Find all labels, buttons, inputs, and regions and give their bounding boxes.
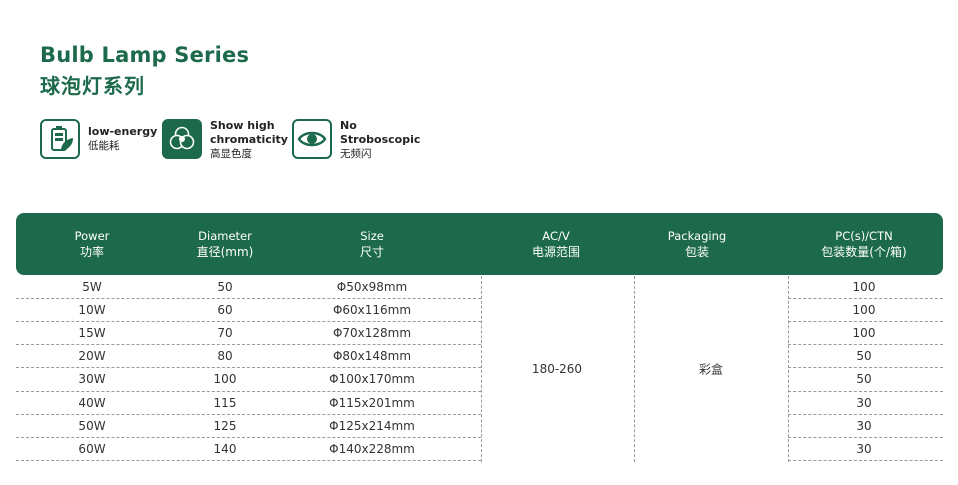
table-row: 5W 50 Φ50x98mm 100 (0, 276, 958, 299)
header-cn: 直径(mm) (196, 245, 254, 259)
cell-power: 20W (78, 349, 106, 364)
cell-pcs: 100 (852, 303, 876, 318)
header-en: Power (74, 229, 110, 243)
cell-diameter: 80 (217, 349, 233, 364)
table-header: Power 功率 Diameter 直径(mm) Size 尺寸 AC/V 电源… (16, 213, 943, 275)
feature-label-en-line1: Show high (210, 119, 275, 132)
feature-label-cn: 高显色度 (210, 148, 252, 160)
cell-diameter: 140 (213, 441, 237, 456)
table-row: 60W 140 Φ140x228mm 30 (0, 438, 958, 461)
cell-size: Φ80x148mm (332, 349, 412, 364)
cell-pcs: 100 (852, 280, 876, 294)
header-cn: 电源范围 (531, 245, 581, 259)
cell-size: Φ70x128mm (332, 326, 412, 341)
cell-power: 5W (82, 280, 102, 294)
feature-label-en: low-energy (88, 125, 158, 138)
cell-size: Φ125x214mm (329, 418, 415, 433)
cell-pcs: 30 (856, 441, 872, 456)
feature-label-en-line1: No (340, 119, 357, 132)
header-en: Diameter (198, 229, 252, 243)
feature-chromaticity: Show high chromaticity 高显色度 (162, 119, 288, 161)
cell-power: 10W (78, 303, 106, 318)
feature-low-energy: low-energy 低能耗 (40, 119, 157, 159)
table-row: 50W 125 Φ125x214mm 30 (0, 415, 958, 438)
header-en: AC/V (542, 229, 570, 243)
eye-icon (292, 119, 332, 159)
cell-diameter: 125 (213, 418, 237, 433)
feature-label-en-line2: Stroboscopic (340, 133, 421, 146)
color-circles-icon (162, 119, 202, 159)
cell-pcs: 50 (856, 372, 872, 387)
feature-label-cn: 低能耗 (88, 140, 120, 152)
cell-diameter: 50 (217, 280, 233, 294)
column-divider (634, 276, 635, 462)
cell-pcs: 30 (856, 418, 872, 433)
column-divider (788, 276, 789, 462)
battery-leaf-icon (40, 119, 80, 159)
header-en: Packaging (667, 229, 727, 243)
header-cn: 包装 (684, 245, 710, 259)
feature-label-cn: 无频闪 (340, 148, 372, 160)
column-divider (481, 276, 482, 462)
cell-size: Φ100x170mm (329, 372, 415, 387)
table-row: 15W 70 Φ70x128mm 100 (0, 322, 958, 345)
cell-size: Φ140x228mm (329, 441, 415, 456)
table-row: 10W 60 Φ60x116mm 100 (0, 299, 958, 322)
row-divider (16, 459, 481, 461)
packaging-value: 彩盒 (698, 362, 724, 377)
header-size: Size 尺寸 (360, 228, 384, 260)
cell-size: Φ50x98mm (336, 280, 408, 294)
table-row: 30W 100 Φ100x170mm 50 (0, 368, 958, 391)
cell-diameter: 60 (217, 303, 233, 318)
header-ac-v: AC/V 电源范围 (532, 228, 580, 260)
page-title: Bulb Lamp Series (40, 43, 250, 67)
cell-pcs: 50 (856, 349, 872, 364)
cell-size: Φ60x116mm (332, 303, 412, 318)
header-en: PC(s)/CTN (835, 229, 893, 243)
cell-pcs: 100 (852, 326, 876, 341)
cell-diameter: 70 (217, 326, 233, 341)
ac-v-value: 180-260 (531, 362, 583, 376)
header-en: Size (360, 229, 384, 243)
header-diameter: Diameter 直径(mm) (197, 228, 254, 260)
header-power: Power 功率 (75, 228, 110, 260)
cell-size: Φ115x201mm (329, 395, 415, 410)
cell-power: 50W (78, 418, 106, 433)
feature-no-stroboscopic: No Stroboscopic 无频闪 (292, 119, 420, 161)
table-row: 40W 115 Φ115x201mm 30 (0, 392, 958, 415)
cell-diameter: 100 (213, 372, 237, 387)
page-title-cn: 球泡灯系列 (40, 74, 145, 98)
cell-diameter: 115 (213, 395, 237, 410)
cell-power: 40W (78, 395, 106, 410)
header-packaging: Packaging 包装 (668, 228, 726, 260)
cell-power: 60W (78, 441, 106, 456)
header-cn: 包装数量(个/箱) (821, 245, 907, 259)
cell-power: 15W (78, 326, 106, 341)
row-divider (788, 459, 943, 461)
cell-power: 30W (78, 372, 106, 387)
header-pcs-ctn: PC(s)/CTN 包装数量(个/箱) (821, 228, 906, 260)
header-cn: 功率 (79, 245, 104, 259)
feature-label-en-line2: chromaticity (210, 133, 288, 146)
table-row: 20W 80 Φ80x148mm 50 (0, 345, 958, 368)
cell-pcs: 30 (856, 395, 872, 410)
header-cn: 尺寸 (359, 245, 385, 259)
